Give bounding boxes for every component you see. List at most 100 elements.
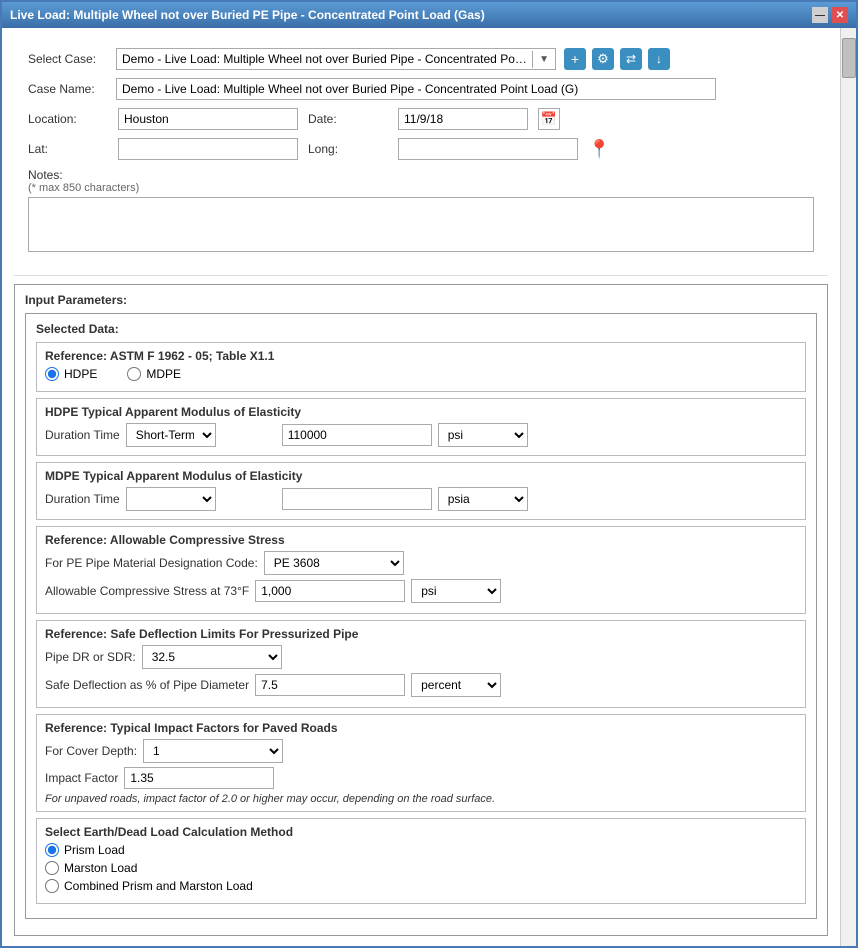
hdpe-radio[interactable] [45, 367, 59, 381]
marston-load-label: Marston Load [64, 861, 137, 875]
hdpe-label: HDPE [64, 367, 97, 381]
pipe-dr-row: Pipe DR or SDR: 32.5 26 21 17 13.5 11 [45, 645, 797, 669]
top-form-section: Select Case: Demo - Live Load: Multiple … [14, 38, 828, 276]
impact-note: For unpaved roads, impact factor of 2.0 … [45, 793, 797, 805]
long-input[interactable] [398, 138, 578, 160]
mdpe-radio[interactable] [127, 367, 141, 381]
notes-label: Notes: [28, 168, 814, 182]
hdpe-modulus-input[interactable] [282, 424, 432, 446]
safe-deflection-label: Safe Deflection as % of Pipe Diameter [45, 678, 249, 692]
map-pin-icon[interactable]: 📍 [588, 139, 610, 160]
add-icon[interactable]: + [564, 48, 586, 70]
mdpe-duration-select[interactable]: Short-Term Long-Term [126, 487, 216, 511]
title-bar-buttons: — ✕ [812, 7, 848, 23]
mdpe-modulus-title: MDPE Typical Apparent Modulus of Elastic… [45, 469, 797, 483]
input-params-section: Input Parameters: Selected Data: Referen… [14, 284, 828, 936]
notes-section: Notes: (* max 850 characters) [28, 168, 814, 255]
main-layout: Select Case: Demo - Live Load: Multiple … [2, 28, 856, 946]
marston-load-radio[interactable] [45, 861, 59, 875]
select-case-row: Select Case: Demo - Live Load: Multiple … [28, 48, 814, 70]
case-name-label: Case Name: [28, 82, 108, 96]
selected-data-title: Selected Data: [36, 322, 806, 336]
download-icon[interactable]: ↓ [648, 48, 670, 70]
compressive-stress-unit-select[interactable]: psi kPa [411, 579, 501, 603]
title-bar: Live Load: Multiple Wheel not over Burie… [2, 2, 856, 28]
hdpe-radio-item[interactable]: HDPE [45, 367, 97, 381]
pe-material-select[interactable]: PE 3608 PE 4710 PE 2406 [264, 551, 404, 575]
cover-depth-select[interactable]: 1 2 3 4 5 [143, 739, 283, 763]
pe-material-label: For PE Pipe Material Designation Code: [45, 556, 258, 570]
mdpe-unit-select[interactable]: psia psi kPa [438, 487, 528, 511]
compressive-stress-input[interactable] [255, 580, 405, 602]
location-label: Location: [28, 112, 108, 126]
mdpe-duration-label: Duration Time [45, 492, 120, 506]
select-case-combo[interactable]: Demo - Live Load: Multiple Wheel not ove… [116, 48, 556, 70]
lat-label: Lat: [28, 142, 108, 156]
main-window: Live Load: Multiple Wheel not over Burie… [0, 0, 858, 948]
combined-load-radio-item[interactable]: Combined Prism and Marston Load [45, 879, 797, 893]
hdpe-modulus-title: HDPE Typical Apparent Modulus of Elastic… [45, 405, 797, 419]
minimize-button[interactable]: — [812, 7, 828, 23]
marston-load-radio-item[interactable]: Marston Load [45, 861, 797, 875]
compressive-stress-label: Allowable Compressive Stress at 73°F [45, 584, 249, 598]
safe-deflection-row: Safe Deflection as % of Pipe Diameter pe… [45, 673, 797, 697]
hdpe-duration-label: Duration Time [45, 428, 120, 442]
input-params-title: Input Parameters: [25, 293, 817, 307]
location-input[interactable] [118, 108, 298, 130]
deflection-box: Reference: Safe Deflection Limits For Pr… [36, 620, 806, 708]
mdpe-radio-item[interactable]: MDPE [127, 367, 181, 381]
reference1-title: Reference: ASTM F 1962 - 05; Table X1.1 [45, 349, 797, 363]
prism-load-radio[interactable] [45, 843, 59, 857]
notes-sublabel: (* max 850 characters) [28, 182, 814, 194]
compressive-stress-title: Reference: Allowable Compressive Stress [45, 533, 797, 547]
impact-factor-input[interactable] [124, 767, 274, 789]
reference-astm-box: Reference: ASTM F 1962 - 05; Table X1.1 … [36, 342, 806, 392]
earth-load-title: Select Earth/Dead Load Calculation Metho… [45, 825, 797, 839]
pipe-dr-label: Pipe DR or SDR: [45, 650, 136, 664]
impact-factor-row: Impact Factor [45, 767, 797, 789]
select-case-dropdown-arrow[interactable]: ▼ [532, 51, 555, 68]
date-input[interactable] [398, 108, 528, 130]
earth-load-box: Select Earth/Dead Load Calculation Metho… [36, 818, 806, 904]
hdpe-modulus-box: HDPE Typical Apparent Modulus of Elastic… [36, 398, 806, 456]
combined-load-radio[interactable] [45, 879, 59, 893]
vertical-scrollbar[interactable] [840, 28, 856, 946]
window-title: Live Load: Multiple Wheel not over Burie… [10, 8, 485, 22]
calendar-icon[interactable]: 📅 [538, 108, 560, 130]
lat-input[interactable] [118, 138, 298, 160]
settings-icon[interactable]: ⚙ [592, 48, 614, 70]
safe-deflection-unit-select[interactable]: percent [411, 673, 501, 697]
hdpe-duration-row: Duration Time Short-Term Long-Term psi k… [45, 423, 797, 447]
location-date-row: Location: Date: 📅 [28, 108, 814, 130]
mdpe-duration-row: Duration Time Short-Term Long-Term psia … [45, 487, 797, 511]
impact-title: Reference: Typical Impact Factors for Pa… [45, 721, 797, 735]
mdpe-modulus-input[interactable] [282, 488, 432, 510]
long-label: Long: [308, 142, 388, 156]
close-button[interactable]: ✕ [832, 7, 848, 23]
case-name-row: Case Name: [28, 78, 814, 100]
impact-box: Reference: Typical Impact Factors for Pa… [36, 714, 806, 812]
cover-depth-row: For Cover Depth: 1 2 3 4 5 [45, 739, 797, 763]
compressive-stress-row: Allowable Compressive Stress at 73°F psi… [45, 579, 797, 603]
main-content: Select Case: Demo - Live Load: Multiple … [2, 28, 840, 946]
pe-material-row: For PE Pipe Material Designation Code: P… [45, 551, 797, 575]
hdpe-duration-select[interactable]: Short-Term Long-Term [126, 423, 216, 447]
impact-factor-label: Impact Factor [45, 771, 118, 785]
combined-load-row: Combined Prism and Marston Load [45, 879, 797, 893]
pipe-dr-select[interactable]: 32.5 26 21 17 13.5 11 [142, 645, 282, 669]
safe-deflection-input[interactable] [255, 674, 405, 696]
scrollbar-thumb[interactable] [842, 38, 856, 78]
selected-data-box: Selected Data: Reference: ASTM F 1962 - … [25, 313, 817, 919]
prism-load-radio-item[interactable]: Prism Load [45, 843, 797, 857]
marston-load-row: Marston Load [45, 861, 797, 875]
hdpe-unit-select[interactable]: psi kPa [438, 423, 528, 447]
toolbar-icons: + ⚙ ⇄ ↓ [564, 48, 670, 70]
cover-depth-label: For Cover Depth: [45, 744, 137, 758]
share-icon[interactable]: ⇄ [620, 48, 642, 70]
notes-textarea[interactable] [28, 197, 814, 252]
case-name-input[interactable] [116, 78, 716, 100]
hdpe-mdpe-radio-row: HDPE MDPE [45, 367, 797, 381]
combined-load-label: Combined Prism and Marston Load [64, 879, 253, 893]
prism-load-row: Prism Load [45, 843, 797, 857]
deflection-title: Reference: Safe Deflection Limits For Pr… [45, 627, 797, 641]
